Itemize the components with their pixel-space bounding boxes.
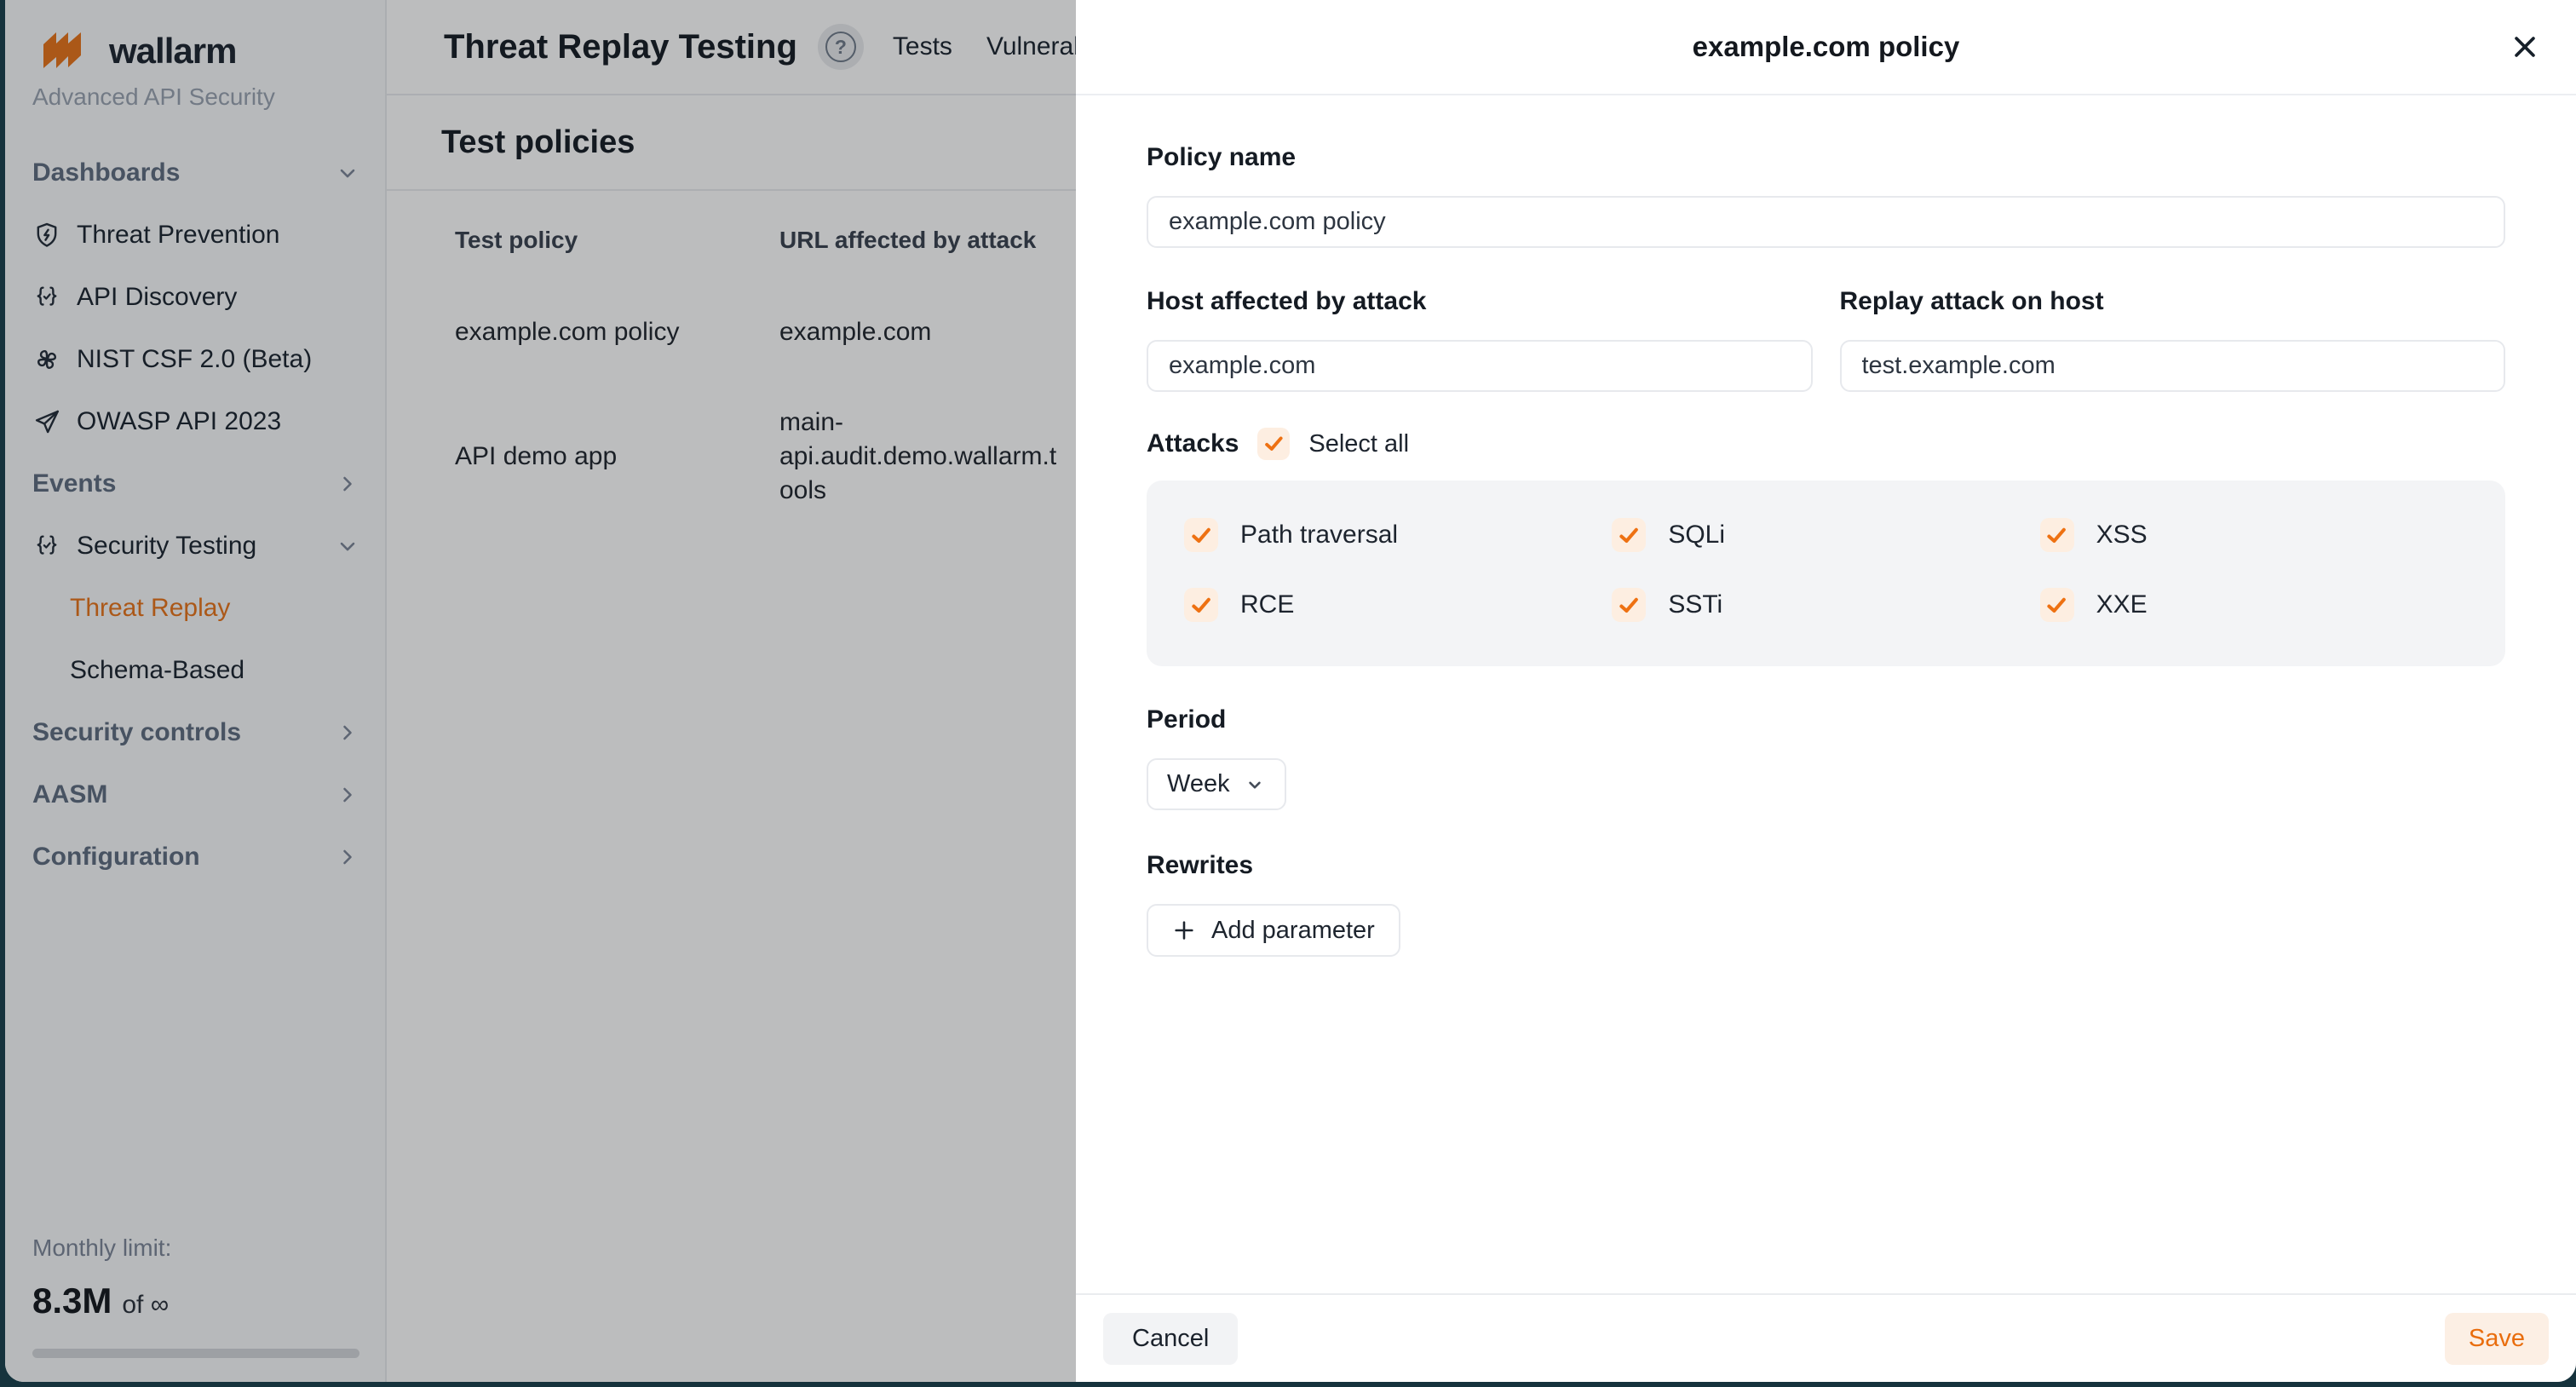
period-label: Period (1147, 705, 2505, 734)
attack-label: RCE (1240, 590, 1294, 619)
attack-checkbox-path-traversal[interactable] (1184, 518, 1218, 552)
host-affected-field: Host affected by attack (1147, 287, 1813, 392)
save-button[interactable]: Save (2445, 1313, 2549, 1365)
policy-modal: example.com policy Policy name Host affe… (1076, 0, 2576, 1382)
close-button[interactable] (2506, 28, 2544, 66)
replay-host-input[interactable] (1840, 340, 2506, 392)
attack-label: XSS (2096, 521, 2148, 550)
attacks-header: Attacks Select all (1147, 428, 2505, 460)
app-window: wallarm Advanced API Security Dashboards… (5, 0, 2576, 1382)
select-all-checkbox[interactable] (1257, 428, 1290, 460)
host-affected-label: Host affected by attack (1147, 287, 1813, 316)
add-parameter-button[interactable]: Add parameter (1147, 904, 1400, 957)
add-parameter-label: Add parameter (1211, 917, 1375, 945)
modal-footer: Cancel Save (1076, 1293, 2576, 1382)
policy-name-field: Policy name (1147, 143, 2505, 248)
modal-body: Policy name Host affected by attack Repl… (1076, 95, 2576, 1293)
modal-header: example.com policy (1076, 0, 2576, 95)
period-value: Week (1167, 770, 1230, 798)
host-affected-input[interactable] (1147, 340, 1813, 392)
attack-checkbox-rce[interactable] (1184, 588, 1218, 622)
attack-label: SSTi (1668, 590, 1722, 619)
attack-checkbox-sqli[interactable] (1612, 518, 1646, 552)
plus-icon (1172, 918, 1196, 942)
replay-host-field: Replay attack on host (1840, 287, 2506, 392)
check-icon (1262, 432, 1285, 455)
hosts-row: Host affected by attack Replay attack on… (1147, 287, 2505, 392)
cancel-button[interactable]: Cancel (1103, 1313, 1238, 1365)
policy-name-input[interactable] (1147, 196, 2505, 248)
attack-label: SQLi (1668, 521, 1725, 550)
attack-checkbox-xxe[interactable] (2040, 588, 2074, 622)
check-icon (2044, 523, 2069, 548)
check-icon (1617, 593, 1642, 618)
replay-host-label: Replay attack on host (1840, 287, 2506, 316)
check-icon (2044, 593, 2069, 618)
rewrites-label: Rewrites (1147, 851, 2505, 880)
policy-name-label: Policy name (1147, 143, 2505, 172)
check-icon (1189, 523, 1214, 548)
modal-title: example.com policy (1693, 31, 1960, 63)
attack-checkbox-xss[interactable] (2040, 518, 2074, 552)
attack-option-ssti[interactable]: SSTi (1612, 588, 2039, 622)
close-icon (2510, 32, 2539, 61)
select-all-label: Select all (1308, 430, 1409, 458)
attack-option-rce[interactable]: RCE (1184, 588, 1612, 622)
attack-label: Path traversal (1240, 521, 1398, 550)
chevron-down-icon (1244, 774, 1266, 796)
check-icon (1189, 593, 1214, 618)
attack-option-sqli[interactable]: SQLi (1612, 518, 2039, 552)
attack-checkbox-ssti[interactable] (1612, 588, 1646, 622)
attack-option-xxe[interactable]: XXE (2040, 588, 2468, 622)
attack-label: XXE (2096, 590, 2148, 619)
period-select[interactable]: Week (1147, 758, 1286, 810)
check-icon (1617, 523, 1642, 548)
attacks-panel: Path traversal SQLi XSS RCE SSTi XXE (1147, 481, 2505, 666)
attack-option-xss[interactable]: XSS (2040, 518, 2468, 552)
attacks-label: Attacks (1147, 429, 1239, 458)
attack-option-path-traversal[interactable]: Path traversal (1184, 518, 1612, 552)
